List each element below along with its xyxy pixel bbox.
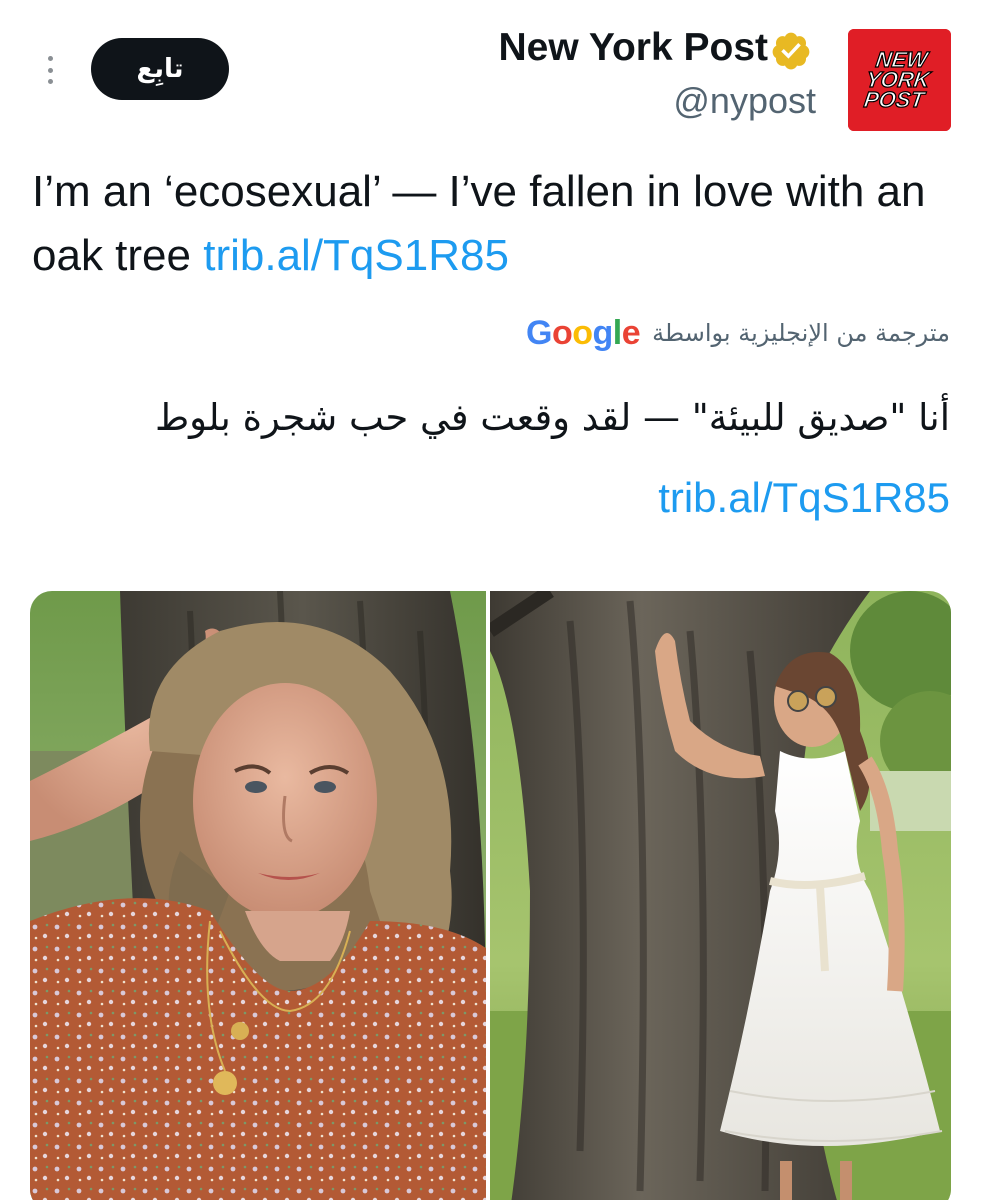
verified-badge-icon xyxy=(772,32,810,70)
translated-link[interactable]: trib.al/TqS1R85 xyxy=(658,474,950,521)
woman-in-floral-top-image xyxy=(30,591,486,1200)
google-letter: g xyxy=(592,313,614,352)
translated-text: أنا "صديق للبيئة" — لقد وقعت في حب شجرة … xyxy=(50,378,950,540)
google-letter: G xyxy=(525,313,552,352)
translated-by-label: مترجمة من الإنجليزية بواسطة xyxy=(652,319,950,347)
more-options-dot xyxy=(47,67,53,73)
nypost-logo: NEW YORK POST xyxy=(848,29,951,131)
translation-attribution: مترجمة من الإنجليزية بواسطة Google xyxy=(526,308,950,358)
more-options-icon xyxy=(47,56,53,61)
more-options-button[interactable] xyxy=(38,52,62,88)
account-avatar[interactable]: NEW YORK POST xyxy=(848,29,951,131)
photo-left[interactable] xyxy=(30,591,486,1200)
tweet-text: I’m an ‘ecosexual’ — I’ve fallen in love… xyxy=(32,160,942,288)
google-letter: l xyxy=(612,313,622,352)
woman-in-white-dress-image xyxy=(490,591,951,1200)
google-logo: Google xyxy=(525,313,641,353)
follow-button[interactable]: تابِع xyxy=(91,38,229,100)
translated-body: أنا "صديق للبيئة" — لقد وقعت في حب شجرة … xyxy=(154,396,950,439)
avatar-text-line: POST xyxy=(862,87,928,112)
google-letter: o xyxy=(551,313,573,352)
account-name[interactable]: New York Post xyxy=(499,26,768,70)
tweet-link[interactable]: trib.al/TqS1R85 xyxy=(203,231,509,280)
google-letter: o xyxy=(572,313,593,352)
media-grid xyxy=(30,591,951,1200)
photo-right[interactable] xyxy=(490,591,951,1200)
more-options-dot xyxy=(47,79,53,84)
google-letter: e xyxy=(621,313,641,352)
account-handle[interactable]: @nypost xyxy=(673,80,816,122)
